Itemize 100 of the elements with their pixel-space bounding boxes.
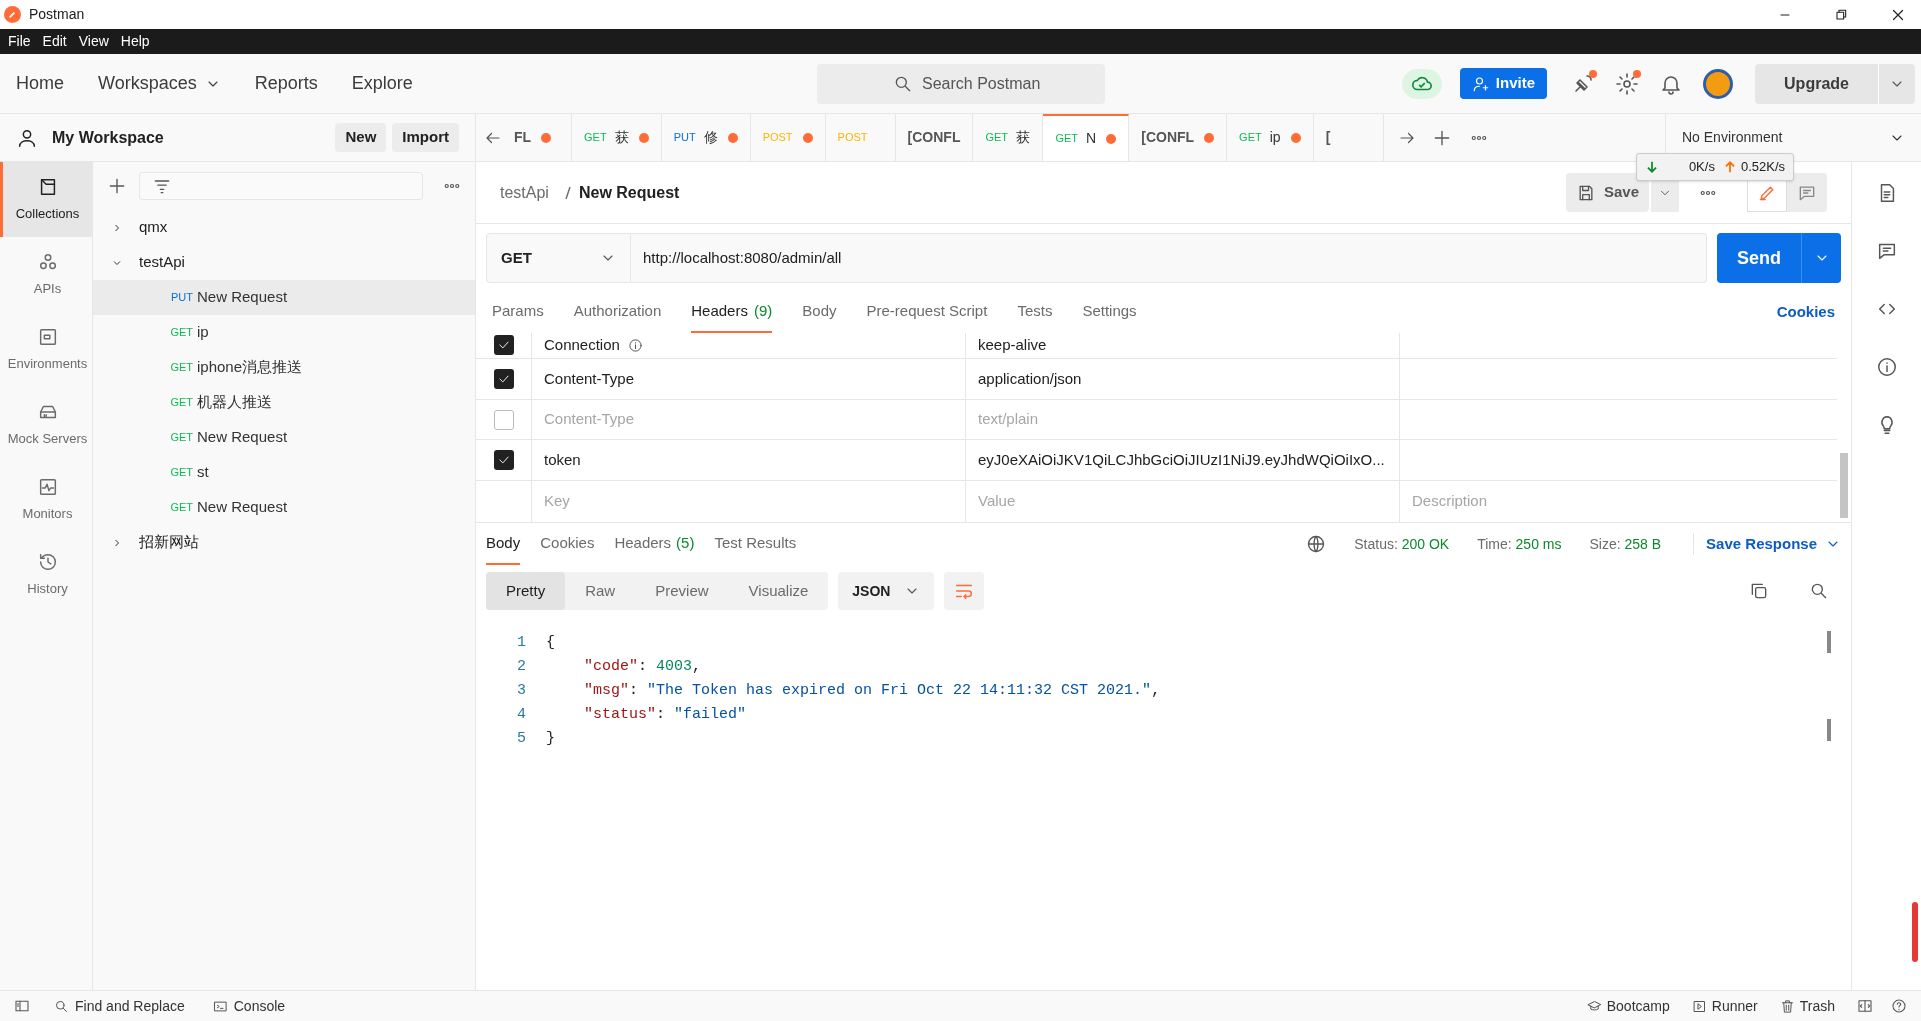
search-icon[interactable] bbox=[1809, 581, 1829, 601]
avatar-icon[interactable] bbox=[1703, 68, 1733, 99]
sidebar-item[interactable]: Mock Servers bbox=[0, 387, 92, 462]
app-logo-icon bbox=[4, 6, 21, 23]
request-item[interactable]: GET New Request bbox=[93, 490, 475, 525]
request-section-tab[interactable]: Body bbox=[802, 292, 837, 333]
save-button[interactable]: Save bbox=[1565, 173, 1649, 212]
request-item[interactable]: PUT New Request bbox=[93, 280, 475, 315]
request-section-tab[interactable]: Settings bbox=[1082, 292, 1137, 333]
header-value: application/json bbox=[978, 368, 1082, 389]
line-number: 1 bbox=[517, 633, 526, 653]
wrap-lines-button[interactable] bbox=[944, 572, 985, 610]
nav-menu[interactable]: Workspaces bbox=[98, 70, 221, 97]
status-bar-button[interactable]: Runner bbox=[1691, 995, 1758, 1017]
header-description-field[interactable]: Description bbox=[1412, 490, 1825, 513]
nav-link[interactable]: Explore bbox=[351, 70, 413, 97]
header-key: Content-Type bbox=[544, 367, 635, 390]
request-tab[interactable]: PUT 修 bbox=[661, 114, 751, 161]
checkbox[interactable] bbox=[493, 335, 514, 356]
view-mode-tab[interactable]: Preview bbox=[635, 572, 729, 610]
collection-item[interactable]: qmx bbox=[93, 210, 475, 245]
response-meta: Status: 200 OK bbox=[1354, 534, 1450, 554]
workspace-button[interactable]: New bbox=[335, 123, 387, 152]
status-bar-button[interactable]: Find and Replace bbox=[54, 995, 185, 1017]
checkbox[interactable] bbox=[493, 450, 514, 471]
request-item[interactable]: GET 机器人推送 bbox=[93, 385, 475, 420]
response-tab[interactable]: Cookies bbox=[540, 523, 595, 565]
settings-icon[interactable] bbox=[1615, 71, 1639, 96]
view-mode-tab[interactable]: Visualize bbox=[728, 572, 829, 610]
request-section-tab[interactable]: Authorization bbox=[573, 292, 662, 333]
info-icon[interactable] bbox=[1875, 356, 1898, 378]
save-response-button[interactable]: Save Response bbox=[1693, 532, 1841, 556]
request-tab[interactable]: GET N bbox=[1043, 114, 1130, 161]
request-tab[interactable]: [CONFL bbox=[1129, 114, 1228, 161]
search-field[interactable]: Search Postman bbox=[817, 64, 1105, 104]
breadcrumb-link[interactable]: testApi bbox=[500, 180, 549, 205]
sidebar-item[interactable]: Environments bbox=[0, 312, 92, 387]
add-icon[interactable] bbox=[107, 176, 127, 196]
sidebar-toggle-icon[interactable] bbox=[14, 998, 30, 1014]
sidebar-item[interactable]: APIs bbox=[0, 237, 92, 312]
url-field[interactable]: http://localhost:8080/admin/all bbox=[631, 233, 1707, 283]
nav-link[interactable]: Reports bbox=[254, 70, 318, 97]
checkbox[interactable] bbox=[493, 368, 514, 389]
checkbox[interactable] bbox=[493, 409, 514, 430]
format-select[interactable]: JSON bbox=[838, 572, 935, 610]
menu-item[interactable]: Help bbox=[120, 31, 150, 52]
request-tab[interactable]: GET ip bbox=[1227, 114, 1314, 161]
help-icon[interactable] bbox=[1891, 998, 1907, 1014]
copy-icon[interactable] bbox=[1749, 581, 1769, 601]
collection-item[interactable]: 招新网站 bbox=[93, 525, 475, 560]
globe-icon[interactable] bbox=[1306, 534, 1327, 554]
request-item[interactable]: GET New Request bbox=[93, 420, 475, 455]
request-tab[interactable]: FL bbox=[502, 114, 572, 161]
request-tab[interactable]: GET 获 bbox=[572, 114, 662, 161]
response-tab[interactable]: Headers (5) bbox=[614, 523, 695, 565]
method-select[interactable]: GET bbox=[486, 233, 631, 283]
menu-item[interactable]: File bbox=[8, 31, 31, 52]
scroll-marker bbox=[1827, 719, 1831, 741]
code-line: } bbox=[546, 729, 556, 749]
request-section-tab[interactable]: Params bbox=[492, 292, 544, 333]
view-mode-tab[interactable]: Pretty bbox=[486, 572, 566, 610]
header-value-field[interactable]: Value bbox=[978, 490, 1387, 513]
request-section-tab[interactable]: Headers (9) bbox=[691, 292, 773, 333]
request-section-tab[interactable]: Tests bbox=[1017, 292, 1053, 333]
sync-status-icon[interactable] bbox=[1401, 68, 1442, 99]
sidebar-item[interactable]: Monitors bbox=[0, 462, 92, 537]
sidebar-item[interactable]: History bbox=[0, 537, 92, 612]
status-bar-button[interactable]: Console bbox=[212, 995, 286, 1017]
request-item[interactable]: GET st bbox=[93, 455, 475, 490]
header-key-field[interactable]: Key bbox=[544, 490, 953, 513]
status-bar-button[interactable]: Trash bbox=[1779, 995, 1835, 1017]
request-tab[interactable]: [CONFL bbox=[895, 114, 974, 161]
request-section-tab[interactable]: Pre-request Script bbox=[866, 292, 988, 333]
upgrade-button[interactable]: Upgrade bbox=[1755, 63, 1915, 104]
nav-link[interactable]: Home bbox=[16, 70, 64, 97]
graduation-cap-icon bbox=[1586, 998, 1602, 1014]
two-pane-icon[interactable] bbox=[1857, 998, 1873, 1014]
workspace-title: My Workspace bbox=[52, 127, 164, 148]
status-bar-button[interactable]: Bootcamp bbox=[1586, 995, 1670, 1017]
scrollbar-thumb[interactable] bbox=[1840, 453, 1848, 518]
cookies-link[interactable]: Cookies bbox=[1776, 292, 1835, 333]
sidebar-item[interactable]: Collections bbox=[0, 162, 92, 237]
response-tab[interactable]: Test Results bbox=[714, 523, 797, 565]
workspace-button[interactable]: Import bbox=[392, 123, 459, 152]
invite-button[interactable]: Invite bbox=[1459, 68, 1547, 99]
filter-field[interactable] bbox=[139, 172, 423, 200]
menu-item[interactable]: View bbox=[78, 31, 109, 52]
line-number: 2 bbox=[517, 657, 526, 677]
runner-icon bbox=[1691, 998, 1707, 1014]
collection-item[interactable]: testApi bbox=[93, 245, 475, 280]
line-number: 4 bbox=[517, 705, 526, 725]
request-tab[interactable]: [ bbox=[1313, 114, 1384, 161]
view-mode-tab[interactable]: Raw bbox=[565, 572, 636, 610]
code-line: "code": 4003, bbox=[583, 657, 703, 677]
request-item[interactable]: GET ip bbox=[93, 315, 475, 350]
response-tab[interactable]: Body bbox=[486, 523, 521, 565]
scroll-indicator bbox=[1912, 902, 1918, 962]
request-item[interactable]: GET iphone消息推送 bbox=[93, 350, 475, 385]
menu-item[interactable]: Edit bbox=[42, 31, 67, 52]
terminal-icon bbox=[212, 998, 228, 1014]
